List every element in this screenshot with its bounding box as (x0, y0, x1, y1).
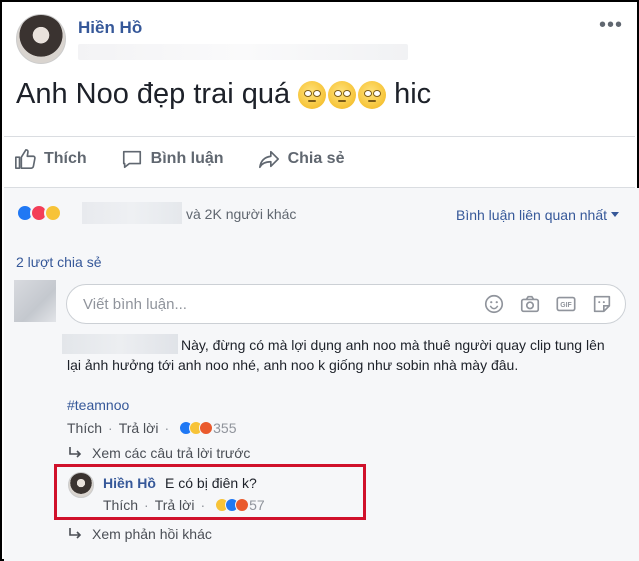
reactions-summary[interactable]: và 2K người khác (186, 206, 296, 222)
author-avatar[interactable] (16, 14, 66, 64)
comment-button[interactable]: Bình luận (121, 148, 224, 170)
like-button[interactable]: Thích (14, 148, 87, 170)
comment-sort-dropdown[interactable]: Bình luận liên quan nhất (456, 207, 619, 223)
share-label: Chia sẻ (287, 150, 345, 167)
comment-hashtag[interactable]: #teamnoo (67, 397, 129, 413)
angry-icon (199, 421, 214, 435)
divider (4, 136, 635, 137)
face-rolling-eyes-icon (298, 80, 327, 109)
view-more-label: Xem phản hồi khác (92, 526, 212, 542)
face-rolling-eyes-icon (358, 80, 387, 109)
comment-text: Này, đừng có mà lợi dụng anh noo mà thuê… (67, 337, 605, 373)
comment-input-tools: GIF (483, 293, 613, 315)
post-text: Anh Noo đẹp trai quá hic (16, 78, 431, 111)
comment-bubble-icon (122, 150, 141, 169)
shares-count-link[interactable]: 2 lượt chia sẻ (16, 254, 101, 270)
separator-dot: · (108, 420, 113, 436)
comment-reactions[interactable]: 355 (179, 420, 237, 436)
more-options-icon[interactable]: ••• (599, 14, 623, 37)
view-previous-replies[interactable]: Xem các câu trả lời trước (68, 445, 250, 461)
reply-like-link[interactable]: Thích (103, 497, 138, 513)
comment-reply-link[interactable]: Trả lời (119, 420, 159, 436)
reply-reply-link[interactable]: Trả lời (155, 497, 195, 513)
sort-label: Bình luận liên quan nhất (455, 207, 607, 223)
svg-text:GIF: GIF (560, 302, 571, 309)
reply-author-name[interactable]: Hiền Hồ (103, 475, 156, 491)
post-text-suffix: hic (394, 78, 432, 110)
like-label: Thích (44, 150, 87, 167)
post-emoji-row (298, 80, 387, 109)
view-more-replies[interactable]: Xem phản hồi khác (68, 526, 212, 542)
share-button[interactable]: Chia sẻ (258, 148, 345, 170)
view-previous-label: Xem các câu trả lời trước (92, 445, 251, 461)
comment-input[interactable]: Viết bình luận... GIF (66, 284, 626, 324)
gif-icon[interactable]: GIF (555, 293, 577, 315)
caret-down-icon (611, 212, 619, 217)
reply-reactions[interactable]: 57 (215, 497, 265, 513)
sticker-icon[interactable] (591, 293, 613, 315)
reply-arrow-icon (69, 447, 82, 458)
separator-dot: · (164, 420, 170, 436)
reaction-icons[interactable] (16, 204, 62, 222)
comment-meta: Thích · Trả lời · 355 (67, 420, 237, 436)
share-arrow-icon (258, 150, 279, 169)
post-subline-blurred (78, 44, 408, 60)
comment-like-link[interactable]: Thích (67, 420, 102, 436)
thumbs-up-icon (15, 149, 36, 169)
comment-placeholder: Viết bình luận... (83, 296, 187, 313)
face-rolling-eyes-icon (328, 80, 357, 109)
post-author-name[interactable]: Hiền Hồ (78, 18, 142, 38)
reply-author-avatar[interactable] (68, 472, 94, 498)
emoji-icon[interactable] (483, 293, 505, 315)
reply-text: E có bị điên k? (165, 475, 257, 491)
reply-reaction-count: 57 (249, 497, 265, 513)
comment-reaction-count: 355 (213, 420, 237, 436)
camera-icon[interactable] (519, 293, 541, 315)
reply-meta: Thích · Trả lời · 57 (103, 497, 265, 513)
reply-arrow-icon (69, 528, 82, 539)
angry-icon (235, 498, 250, 512)
comment-label: Bình luận (150, 150, 224, 167)
current-user-avatar-blurred (14, 280, 56, 322)
post-text-main: Anh Noo đẹp trai quá (16, 78, 291, 110)
haha-icon (44, 204, 62, 222)
action-bar: Thích Bình luận Chia sẻ (14, 148, 344, 170)
reactors-names-blurred (82, 202, 182, 224)
post-frame: Hiền Hồ ••• Anh Noo đẹp trai quá hic Thí… (0, 0, 639, 561)
separator-dot: · (200, 497, 206, 513)
separator-dot: · (144, 497, 149, 513)
